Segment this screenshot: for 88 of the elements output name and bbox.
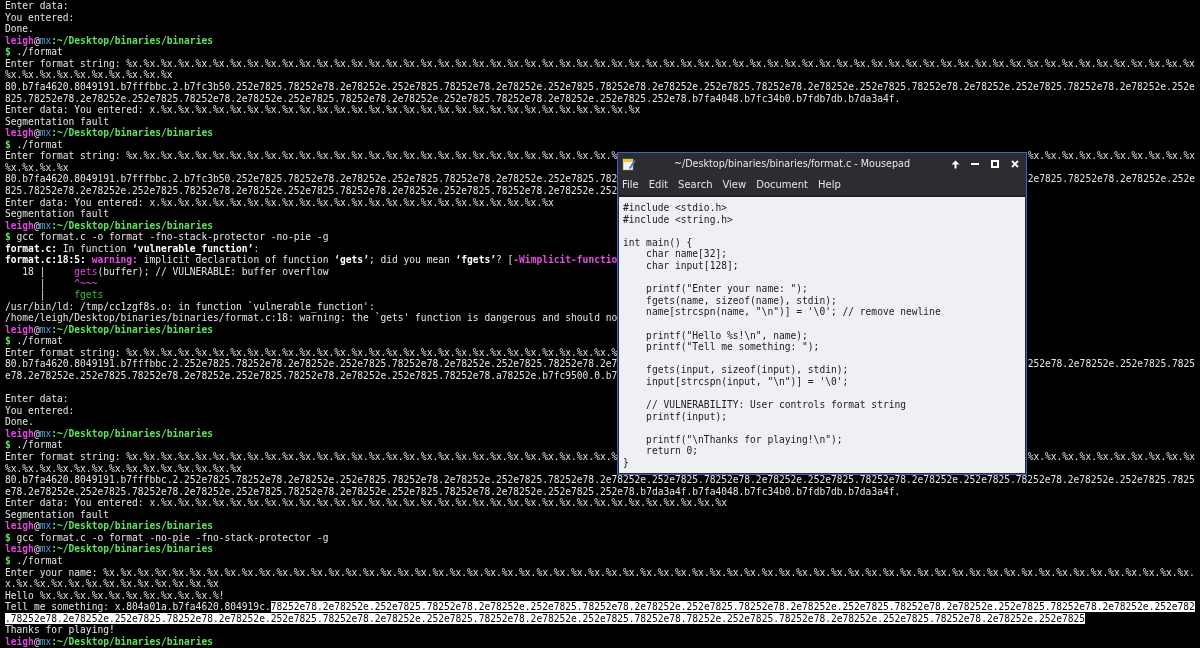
code-line: char name[32];: [645, 248, 728, 260]
terminal-line: | fgets: [38, 289, 104, 301]
terminal-line: Hello %x.%x.%x.%x.%x.%x.%x.%x.%x.%x.%!: [5, 589, 225, 602]
terminal-line: $ gcc format.c -o format -no-pie -fno-stack-protector -g: [5, 531, 329, 544]
terminal-line: $ ./format: [5, 439, 63, 451]
terminal-line: Enter data: You entered: x.%x.%x.%x.%x.%x.%x.%x.%x.%x.%x.%x.%x.%x.%x.%x.%x.%x.%x.%x.%x.%x.%x.%x.%x.%x.%x.%x.%x.%x.%x.%x.%x.%x: [5, 497, 727, 509]
terminal-line: 825.78252e78.2e78252e.252e7825.78252e78.2e78252e.252e7825.78252e78.2e78252e.252e7825.78252e78.2e78252e.252: [5, 185, 618, 197]
menu-item[interactable]: Edit: [648, 179, 669, 191]
terminal-line: leigh@mx:~/Desktop/binaries/binaries: [5, 520, 213, 532]
close-icon: [1011, 160, 1019, 168]
terminal-line: leigh@mx:~/Desktop/binaries/binaries: [5, 427, 213, 440]
terminal-line: Enter data: You entered: x.%x.%x.%x.%x.%x.%x.%x.%x.%x.%x.%x.%x.%x.%x.%x.%x.%x.%x.%x.%x.%x.%x.%x: [5, 196, 554, 209]
window-title: ~/Desktop/binaries/binaries/format.c - Mousepad: [672, 158, 912, 170]
code-line: #include <stdio.h>: [623, 202, 728, 214]
code-line: printf("\nThanks for playing!\n");: [645, 433, 844, 446]
terminal-line: %x.%x.%x.%x.%x.%x.%x.%x.%x.%x: [1027, 150, 1196, 162]
code-line: char input[128];: [645, 259, 740, 272]
maximize-icon: [991, 160, 999, 168]
maximize-button[interactable]: [988, 157, 1002, 171]
code-line: printf("Enter your name: ");: [645, 283, 809, 295]
terminal-line: leigh@mx:~/Desktop/binaries/binaries: [5, 127, 213, 139]
terminal-line: format.c:18:5: warning: implicit declaration of function ‘gets’; did you mean ‘fgets’? [-Wimplicit-functio: [5, 254, 618, 266]
code-line: int main() {: [623, 236, 694, 249]
code-line: // VULNERABILITY: User controls format string: [645, 399, 908, 411]
terminal-line: 80.b7fa4620.8049191.b7fffbbc.2.252e7825.78252e78.2e78252e.252e7825.78252e78.2e78252e.252e7825.78252e78.2e78252e.252e7825.78252e78.2e78252e.252e7825.78252e78.2e78252e.252e7825.78252e78.2e78252e.252e7825.7825: [5, 474, 1195, 486]
menu-item[interactable]: Search: [678, 179, 713, 191]
terminal-line: format.c: In function ‘vulnerable_function’:: [5, 242, 260, 255]
terminal-line: Enter data: You entered: x.%x.%x.%x.%x.%x.%x.%x.%x.%x.%x.%x.%x.%x.%x.%x.%x.%x.%x.%x.%x.%x.%x.%x.%x.%x.%x.%x.%x: [5, 104, 641, 116]
terminal-line: %x.%x.%x.%x.%x.%x.%x.%x.%x.%x.%x.%x.%x.%x: [5, 462, 242, 475]
terminal-line: 825.78252e78.2e78252e.252e7825.78252e78.2e78252e.252e7825.78252e78.2e78252e.252e7825.78252e78.2e78252e.252e7825.252e78.b7fa4048.b7fc34b0.b7fdb7db.b7da3a4f.: [5, 92, 901, 105]
code-line: fgets(input, sizeof(input), stdin);: [645, 364, 850, 376]
terminal-line: Segmentation fault: [5, 508, 109, 521]
minimize-icon: [971, 163, 979, 165]
terminal-line: x.%x.%x.%x.%x.%x.%x.%x.%x.%x.%x.%x.%x: [5, 578, 219, 590]
code-line: #include <string.h>: [623, 213, 734, 226]
code-line: name[strcspn(name, "\n")] = '\0'; // remove newline: [645, 306, 942, 318]
menu-item[interactable]: File: [622, 179, 639, 191]
terminal-line: %x.%x.%x.%x.%x.%x.%x.%x.%x.%x: [5, 69, 173, 81]
code-line: printf("Hello %s!\n", name);: [645, 329, 809, 342]
terminal-line: Enter format string: %x.%x.%x.%x.%x.%x.%x.%x.%x.%x.%x.%x.%x.%x.%x.%x.%x.%x.%x.%x.%x.%x.%x.%x.%x.%x.%x.%x.%: [5, 150, 618, 162]
code-line: fgets(name, sizeof(name), stdin);: [645, 294, 838, 307]
terminal-line: 252e78.2e78252e.252e7825.7825: [1027, 358, 1196, 370]
menu-item[interactable]: Help: [818, 179, 841, 191]
code-line: printf(input);: [645, 410, 728, 423]
terminal-line: Thanks for playing!: [5, 624, 115, 636]
terminal-line: Enter format string: %x.%x.%x.%x.%x.%x.%x.%x.%x.%x.%x.%x.%x.%x.%x.%x.%x.%x.%x.%x.%x.%x.%x.%x.%x.%x.%x.%x.%: [5, 450, 618, 463]
terminal-line: leigh@mx:~/Desktop/binaries/binaries: [5, 219, 213, 232]
menu-item[interactable]: View: [722, 179, 747, 191]
terminal-line: You entered:: [5, 404, 75, 417]
terminal-line: Done.: [5, 416, 34, 428]
terminal-line: /usr/bin/ld: /tmp/cc1zgf8s.o: in function `vulnerable_function':: [5, 300, 375, 313]
terminal-line: $ ./format: [5, 138, 63, 151]
code-line: printf("Tell me something: ");: [645, 341, 821, 353]
terminal-line: Enter format string: %x.%x.%x.%x.%x.%x.%x.%x.%x.%x.%x.%x.%x.%x.%x.%x.%x.%x.%x.%x.%x.%x.%x.%x.%x.%x.%x.%x.%x.%x.%x.%x.%x.%x.%x.%x.%x.%x.%x.%x.%x.%x.%x.%x.%x.%x.%x.%x.%x.%x.%x.%x.%x.%x.%x.%x.%x.%x.%x.%x.%x.%x: [5, 57, 1195, 70]
terminal-line: Enter data:: [5, 393, 69, 405]
code-line: }: [623, 457, 630, 469]
terminal-line: Done.: [5, 23, 34, 35]
terminal-line: Segmentation fault: [5, 208, 109, 220]
terminal-line: leigh@mx:~/Desktop/binaries/binaries: [5, 635, 213, 648]
terminal-line: | ^~~~: [38, 277, 98, 290]
menu-item[interactable]: Document: [756, 179, 808, 191]
terminal-line: Enter format string: %x.%x.%x.%x.%x.%x.%x.%x.%x.%x.%x.%x.%x.%x.%x.%x.%x.%x.%x.%x.%x.%x.%x.%x.%x.%x.%x.%x.%: [5, 346, 618, 359]
code-line: return 0;: [645, 445, 700, 458]
terminal-line: Enter data:: [5, 0, 69, 12]
terminal-line: 80.b7fa4620.8049191.b7fffbbc.2.252e7825.78252e78.2e78252e.252e7825.78252e78.2e78252e.252e7825.78252e78.2e7: [5, 358, 618, 370]
terminal-line: Enter your name: %x.%x.%x.%x.%x.%x.%x.%x.%x.%x.%x.%x.%x.%x.%x.%x.%x.%x.%x.%x.%x.%x.%x.%x.%x.%x.%x.%x.%x.%x.%x.%x.%x.%x.%x.%x.%x.%x.%x.%x.%x.%x.%x.%x.%x.%x.%x.%x.%x.%x.%x.%x.%x.%x.%x.%x.%x.%x.%x.%x.%x.%x.%x.: [5, 566, 1195, 579]
terminal-line: leigh@mx:~/Desktop/binaries/binaries: [5, 34, 213, 47]
terminal-line: Tell me something: x.804a01a.b7fa4620.804919c.78252e78.2e78252e.252e7825.78252e78.2e78252e.252e7825.78252e78.2e78252e.252e7825.78252e78.2e78252e.252e7825.78252e78.2e78252e.252e7825.78252e78.2e78252e.252e782: [5, 601, 1195, 613]
terminal-line: %x.%x.%x.%x.%x.%x.%x.%x.%x.%x: [1027, 450, 1196, 463]
terminal-line: $ ./format: [5, 335, 63, 347]
terminal-line: You entered:: [5, 11, 75, 24]
terminal-line: $ gcc format.c -o format -fno-stack-protector -no-pie -g: [5, 231, 329, 243]
terminal-line: leigh@mx:~/Desktop/binaries/binaries: [5, 323, 213, 336]
terminal-line: 18 | gets(buffer); // VULNERABLE: buffer overflow: [21, 265, 329, 278]
terminal-line: /home/leigh/Desktop/binaries/binaries/format.c:18: warning: the `gets' function is dangerous and should no: [5, 312, 618, 324]
notepad-icon: [622, 157, 636, 171]
terminal-line: $ ./format: [5, 555, 63, 567]
terminal-line: 80.b7fa4620.8049191.b7fffbbc.2.b7fc3b50.252e7825.78252e78.2e78252e.252e7825.78252e78.2e78252e.252e7825.782: [5, 173, 618, 185]
code-line: input[strcspn(input, "\n")] = '\0';: [645, 375, 850, 388]
terminal-line: leigh@mx:~/Desktop/binaries/binaries: [5, 543, 213, 555]
terminal-line: %x.%x.%x.%x: [5, 161, 69, 174]
terminal-line: 2e7825.78252e78.2e78252e.252e: [1027, 173, 1196, 185]
terminal-line: e78.2e78252e.252e7825.78252e78.2e78252e.252e7825.78252e78.2e78252e.252e7825.78252e78.a78252e.b7fc9500.0.b7: [5, 370, 618, 382]
up-arrow-icon: [950, 159, 960, 169]
terminal-line: Segmentation fault: [5, 115, 109, 128]
terminal-line: 80.b7fa4620.8049191.b7fffbbc.2.b7fc3b50.252e7825.78252e78.2e78252e.252e7825.78252e78.2e78252e.252e7825.78252e78.2e78252e.252e7825.78252e78.2e78252e.252e7825.78252e78.2e78252e.252e7825.78252e78.2e78252e.252e: [5, 80, 1195, 93]
terminal-line: $ ./format: [5, 46, 63, 58]
terminal-line: e78.2e78252e.252e7825.78252e78.2e78252e.252e7825.78252e78.2e78252e.252e7825.78252e78.2e78252e.252e7825.252e78.b7da3a4f.b7fa4048.b7fc34b0.b7fdb7db.b7da3a4f.: [5, 485, 901, 498]
